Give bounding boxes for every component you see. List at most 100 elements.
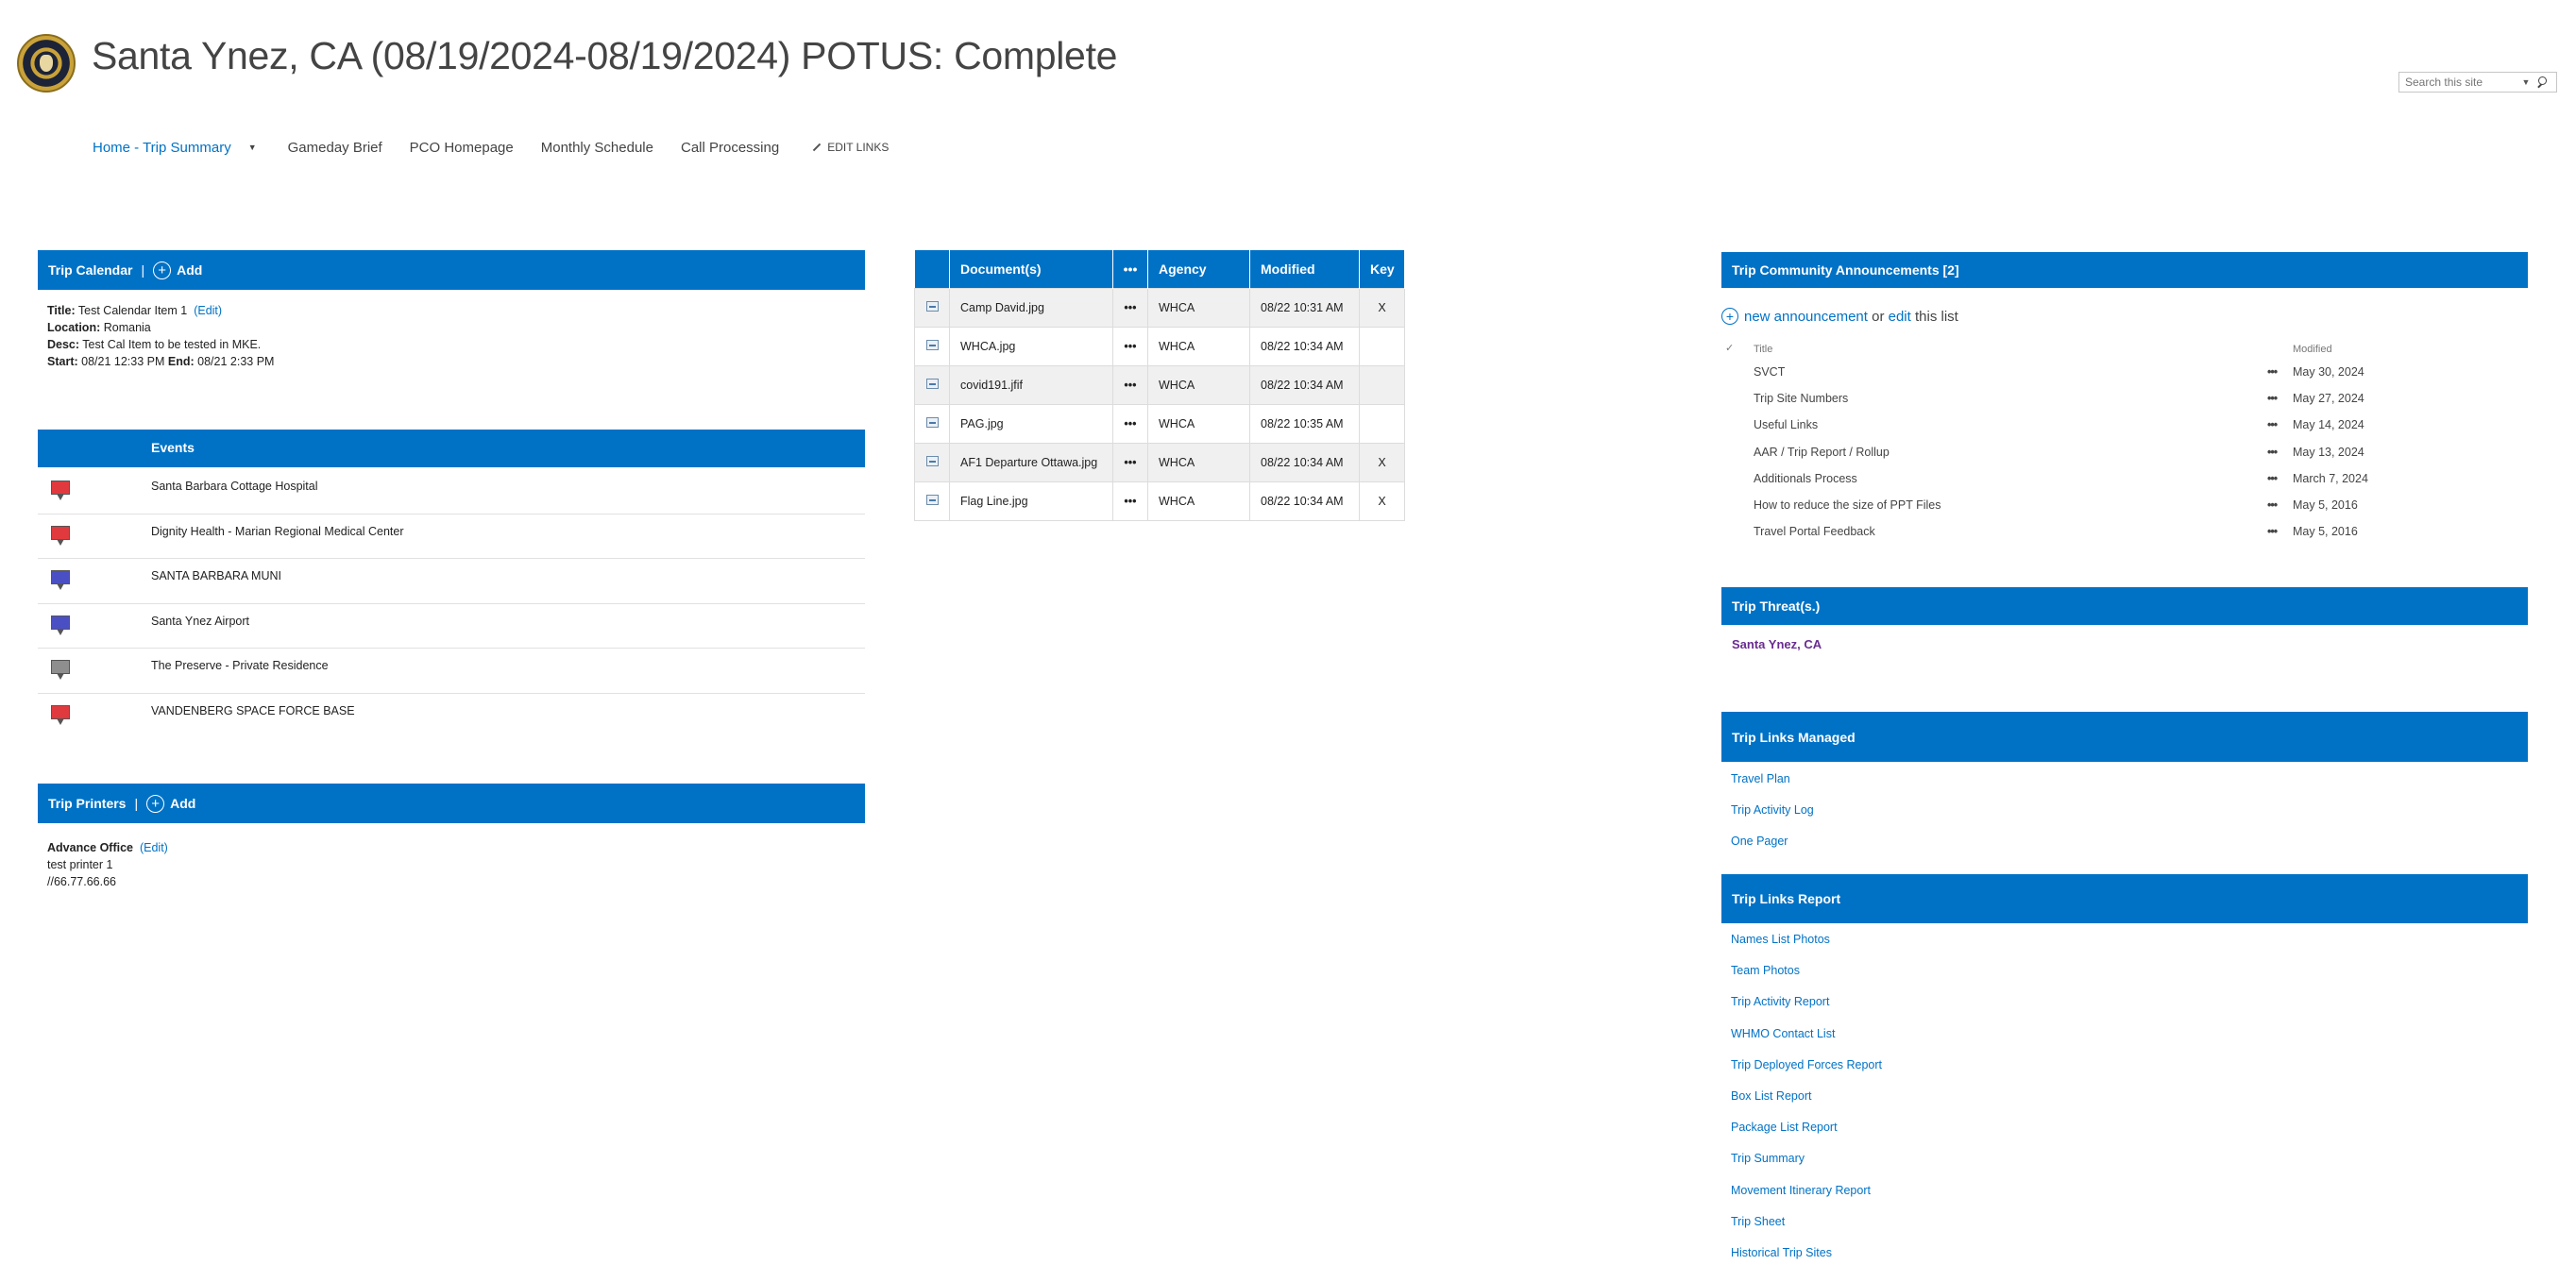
search-box[interactable]: ▼ — [2398, 72, 2557, 93]
document-link[interactable]: AF1 Departure Ottawa.jpg — [949, 442, 1113, 482]
edit-list-link[interactable]: edit — [1889, 309, 1911, 325]
column-header-actions[interactable]: ••• — [1112, 250, 1148, 288]
event-row[interactable]: Dignity Health - Marian Regional Medical… — [38, 514, 865, 559]
table-row[interactable]: WHCA.jpg ••• WHCA 08/22 10:34 AM — [914, 326, 1405, 366]
links-managed-title[interactable]: Trip Links Managed — [1732, 730, 1856, 745]
document-link[interactable]: Flag Line.jpg — [949, 481, 1113, 521]
ellipsis-menu-icon[interactable]: ••• — [2267, 446, 2278, 459]
column-header-documents[interactable]: Document(s) — [949, 250, 1113, 288]
event-label[interactable]: Dignity Health - Marian Regional Medical… — [151, 525, 403, 538]
nav-gameday-brief[interactable]: Gameday Brief — [288, 140, 382, 156]
link-team-photos[interactable]: Team Photos — [1731, 964, 1882, 995]
column-header-modified[interactable]: Modified — [1249, 250, 1360, 288]
link-trip-sheet[interactable]: Trip Sheet — [1731, 1215, 1882, 1246]
table-row[interactable]: Flag Line.jpg ••• WHCA 08/22 10:34 AM X — [914, 481, 1405, 521]
list-item[interactable]: Trip Site Numbers ••• May 27, 2024 — [1721, 385, 2526, 412]
announcement-title[interactable]: AAR / Trip Report / Rollup — [1754, 446, 1890, 459]
column-header-title[interactable]: Title — [1754, 344, 1772, 355]
column-header-agency[interactable]: Agency — [1147, 250, 1250, 288]
event-row[interactable]: Santa Barbara Cottage Hospital — [38, 469, 865, 514]
presidential-seal-logo[interactable] — [17, 34, 76, 93]
nav-call-processing[interactable]: Call Processing — [681, 140, 779, 156]
event-label[interactable]: Santa Ynez Airport — [151, 615, 249, 628]
list-item[interactable]: AAR / Trip Report / Rollup ••• May 13, 2… — [1721, 439, 2526, 465]
ellipsis-menu-icon[interactable]: ••• — [1112, 442, 1148, 482]
ellipsis-menu-icon[interactable]: ••• — [2267, 392, 2278, 405]
document-link[interactable]: covid191.jfif — [949, 364, 1113, 405]
link-package-list-report[interactable]: Package List Report — [1731, 1121, 1882, 1152]
link-one-pager[interactable]: One Pager — [1731, 835, 1814, 866]
announcement-title[interactable]: Trip Site Numbers — [1754, 392, 1848, 405]
chevron-down-icon[interactable]: ▼ — [248, 143, 257, 152]
link-movement-itinerary-report[interactable]: Movement Itinerary Report — [1731, 1184, 1882, 1215]
add-circle-icon[interactable]: + — [1721, 308, 1738, 325]
link-whmo-contact-list[interactable]: WHMO Contact List — [1731, 1027, 1882, 1058]
link-trip-summary[interactable]: Trip Summary — [1731, 1152, 1882, 1183]
list-item[interactable]: SVCT ••• May 30, 2024 — [1721, 359, 2526, 385]
trip-printers-title[interactable]: Trip Printers — [48, 796, 126, 811]
printer-edit-link[interactable]: (Edit) — [140, 841, 168, 854]
ellipsis-menu-icon[interactable]: ••• — [2267, 498, 2278, 512]
event-label[interactable]: SANTA BARBARA MUNI — [151, 569, 281, 582]
ellipsis-menu-icon[interactable]: ••• — [1112, 481, 1148, 521]
site-title[interactable]: Santa Ynez, CA (08/19/2024-08/19/2024) P… — [92, 34, 1117, 78]
add-circle-icon[interactable]: + — [153, 261, 172, 279]
link-trip-deployed-forces-report[interactable]: Trip Deployed Forces Report — [1731, 1058, 1882, 1089]
link-trip-activity-report[interactable]: Trip Activity Report — [1731, 995, 1882, 1026]
trip-threats-title[interactable]: Trip Threat(s.) — [1732, 599, 1820, 614]
ellipsis-menu-icon[interactable]: ••• — [2267, 418, 2278, 431]
edit-links-button[interactable]: EDIT LINKS — [812, 141, 889, 154]
event-row[interactable]: SANTA BARBARA MUNI — [38, 559, 865, 604]
list-item[interactable]: How to reduce the size of PPT Files ••• … — [1721, 492, 2526, 518]
table-row[interactable]: PAG.jpg ••• WHCA 08/22 10:35 AM — [914, 403, 1405, 444]
trip-printers-add-button[interactable]: Add — [170, 796, 195, 811]
search-input[interactable] — [2399, 76, 2518, 89]
table-row[interactable]: AF1 Departure Ottawa.jpg ••• WHCA 08/22 … — [914, 442, 1405, 482]
ellipsis-menu-icon[interactable]: ••• — [1112, 287, 1148, 328]
document-link[interactable]: WHCA.jpg — [949, 326, 1113, 366]
column-header-modified[interactable]: Modified — [2293, 344, 2332, 355]
event-label[interactable]: The Preserve - Private Residence — [151, 659, 329, 672]
trip-calendar-title[interactable]: Trip Calendar — [48, 262, 132, 278]
ellipsis-menu-icon[interactable]: ••• — [2267, 525, 2278, 538]
list-item[interactable]: Travel Portal Feedback ••• May 5, 2016 — [1721, 518, 2526, 545]
calendar-edit-link[interactable]: (Edit) — [194, 304, 222, 317]
link-historical-trip-sites[interactable]: Historical Trip Sites — [1731, 1246, 1882, 1277]
nav-monthly-schedule[interactable]: Monthly Schedule — [541, 140, 653, 156]
announcement-title[interactable]: Additionals Process — [1754, 472, 1857, 485]
link-trip-activity-log[interactable]: Trip Activity Log — [1731, 803, 1814, 835]
table-row[interactable]: covid191.jfif ••• WHCA 08/22 10:34 AM — [914, 364, 1405, 405]
link-box-list-report[interactable]: Box List Report — [1731, 1089, 1882, 1121]
threat-item[interactable]: Santa Ynez, CA — [1732, 637, 1822, 651]
ellipsis-menu-icon[interactable]: ••• — [1112, 364, 1148, 405]
search-icon[interactable] — [2534, 73, 2551, 92]
ellipsis-menu-icon[interactable]: ••• — [2267, 472, 2278, 485]
event-row[interactable]: VANDENBERG SPACE FORCE BASE — [38, 694, 865, 739]
new-announcement-link[interactable]: new announcement — [1744, 309, 1868, 325]
ellipsis-menu-icon[interactable]: ••• — [1112, 326, 1148, 366]
check-icon[interactable]: ✓ — [1725, 342, 1734, 354]
nav-pco-homepage[interactable]: PCO Homepage — [410, 140, 514, 156]
nav-home-trip-summary[interactable]: Home - Trip Summary — [93, 140, 231, 156]
ellipsis-menu-icon[interactable]: ••• — [2267, 365, 2278, 379]
document-link[interactable]: PAG.jpg — [949, 403, 1113, 444]
add-circle-icon[interactable]: + — [146, 794, 165, 813]
announcements-title[interactable]: Trip Community Announcements [2] — [1732, 262, 1959, 278]
table-row[interactable]: Camp David.jpg ••• WHCA 08/22 10:31 AM X — [914, 287, 1405, 328]
links-report-title[interactable]: Trip Links Report — [1732, 891, 1840, 906]
list-item[interactable]: Additionals Process ••• March 7, 2024 — [1721, 465, 2526, 492]
event-row[interactable]: The Preserve - Private Residence — [38, 649, 865, 694]
link-travel-plan[interactable]: Travel Plan — [1731, 772, 1814, 803]
event-row[interactable]: Santa Ynez Airport — [38, 604, 865, 649]
ellipsis-menu-icon[interactable]: ••• — [1112, 403, 1148, 444]
document-link[interactable]: Camp David.jpg — [949, 287, 1113, 328]
event-label[interactable]: Santa Barbara Cottage Hospital — [151, 480, 318, 493]
announcement-title[interactable]: Travel Portal Feedback — [1754, 525, 1875, 538]
announcement-title[interactable]: SVCT — [1754, 365, 1785, 379]
announcement-title[interactable]: How to reduce the size of PPT Files — [1754, 498, 1940, 512]
event-label[interactable]: VANDENBERG SPACE FORCE BASE — [151, 704, 355, 717]
chevron-down-icon[interactable]: ▼ — [2518, 77, 2534, 87]
announcement-title[interactable]: Useful Links — [1754, 418, 1818, 431]
link-names-list-photos[interactable]: Names List Photos — [1731, 933, 1882, 964]
trip-calendar-add-button[interactable]: Add — [177, 262, 202, 278]
